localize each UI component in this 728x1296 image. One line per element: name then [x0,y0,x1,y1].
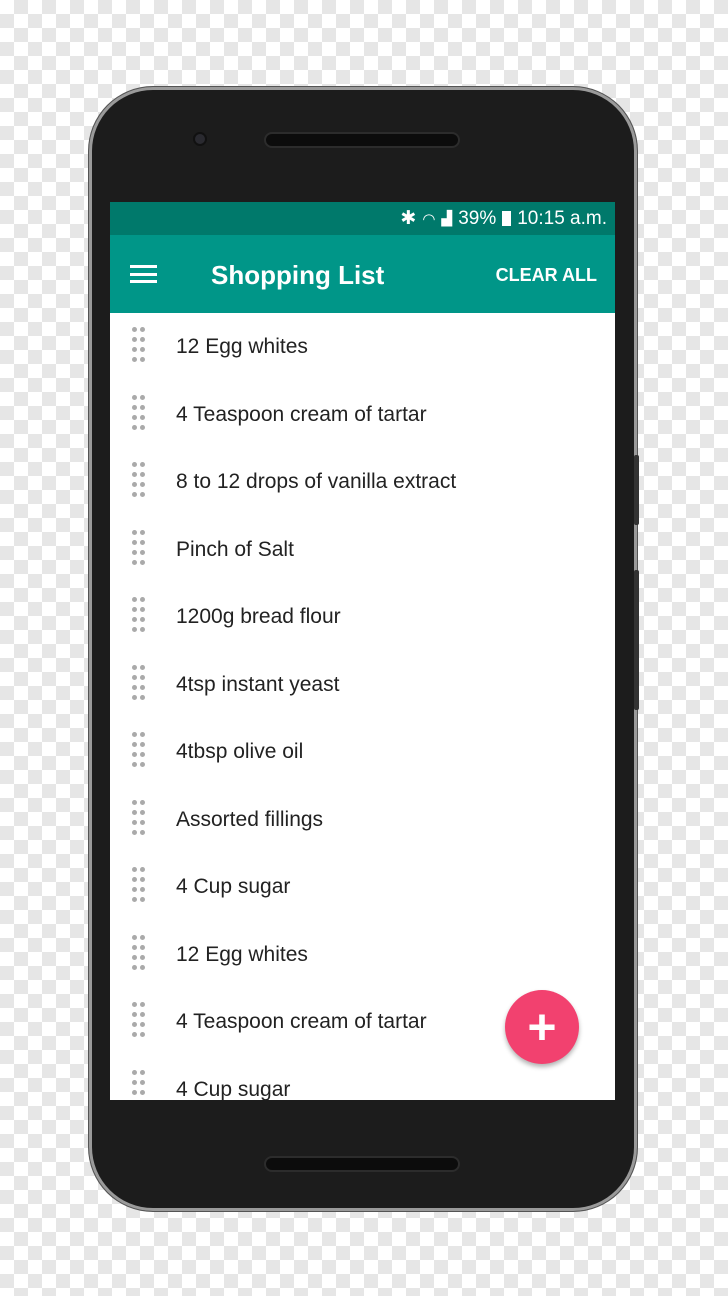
drag-handle-icon[interactable] [132,732,148,772]
item-label: 4 Teaspoon cream of tartar [176,1010,427,1033]
add-item-button[interactable]: + [505,990,579,1064]
drag-handle-icon[interactable] [132,1002,148,1042]
list-item[interactable]: 4tbsp olive oil [110,718,615,786]
list-item[interactable]: 8 to 12 drops of vanilla extract [110,448,615,516]
drag-handle-icon[interactable] [132,597,148,637]
item-label: 4tbsp olive oil [176,740,304,763]
list-item[interactable]: Assorted fillings [110,786,615,854]
drag-handle-icon[interactable] [132,394,148,435]
item-label: 4tsp instant yeast [176,672,340,696]
clear-all-button[interactable]: CLEAR ALL [496,265,597,286]
item-label: 4 Teaspoon cream of tartar [176,402,427,426]
clock: 10:15 a.m. [517,207,607,229]
drag-handle-icon[interactable] [132,664,148,705]
hamburger-menu-icon[interactable] [130,265,157,283]
shopping-list: 12 Egg whites 4 Teaspoon cream of tartar 8… [110,313,615,1100]
list-item[interactable]: 12 Egg whites [110,313,615,381]
wifi-icon: ◠ [422,210,436,228]
signal-icon: ▟ [441,210,453,226]
drag-handle-icon[interactable] [132,934,148,975]
list-item[interactable]: 4 Cup sugar [110,853,615,921]
item-label: 4 Cup sugar [176,875,291,898]
list-item[interactable]: 1200g bread flour [110,583,615,651]
bottom-speaker [264,1156,460,1172]
drag-handle-icon[interactable] [132,1069,148,1100]
bluetooth-icon: ✱ [400,208,417,229]
status-bar: ✱ ◠ ▟ 39% 10:15 a.m. [110,202,615,235]
plus-icon: + [527,999,557,1055]
app-toolbar: Shopping List CLEAR ALL [110,235,615,313]
front-camera [193,132,207,146]
drag-handle-icon[interactable] [132,327,148,367]
battery-charging-icon [502,211,512,226]
earpiece-speaker [264,132,460,148]
page-title: Shopping List [211,260,385,290]
battery-level: 39% [458,207,497,229]
list-item[interactable]: 4tsp instant yeast [110,651,615,719]
item-label: 12 Egg whites [176,942,308,966]
power-button [634,455,639,525]
list-item[interactable]: 12 Egg whites [110,921,615,989]
drag-handle-icon[interactable] [132,867,148,907]
volume-button [634,570,639,710]
list-item[interactable]: 4 Teaspoon cream of tartar [110,381,615,449]
item-label: 12 Egg whites [176,335,308,358]
drag-handle-icon[interactable] [132,529,148,570]
item-label: 8 to 12 drops of vanilla extract [176,470,457,493]
item-label: Pinch of Salt [176,537,294,561]
item-label: 4 Cup sugar [176,1077,291,1101]
item-label: 1200g bread flour [176,605,341,628]
drag-handle-icon[interactable] [132,799,148,840]
app-screen: ✱ ◠ ▟ 39% 10:15 a.m. Shopping List CLEAR… [110,202,615,1100]
drag-handle-icon[interactable] [132,462,148,502]
list-item[interactable]: Pinch of Salt [110,516,615,584]
item-label: Assorted fillings [176,807,324,831]
